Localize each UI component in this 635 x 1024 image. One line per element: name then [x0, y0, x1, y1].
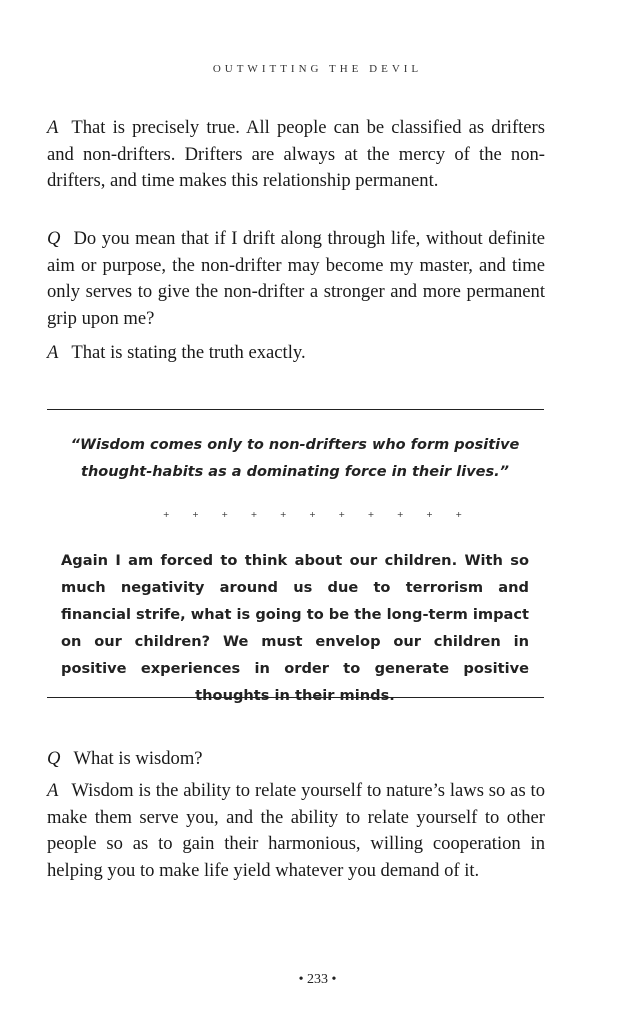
ornament-divider: + + + + + + + + + + +	[162, 510, 473, 519]
question-text: What is wisdom?	[73, 748, 203, 769]
answer-paragraph: A That is precisely true. All people can …	[47, 115, 545, 195]
answer-paragraph: A Wisdom is the ability to relate yoursel…	[47, 778, 545, 884]
question-paragraph: Q What is wisdom?	[47, 746, 545, 773]
answer-paragraph: A That is stating the truth exactly.	[47, 340, 545, 367]
answer-marker: A	[47, 780, 59, 801]
question-text: Do you mean that if I drift along throug…	[47, 228, 545, 329]
running-head: OUTWITTING THE DEVIL	[212, 63, 423, 75]
page-number: • 233 •	[298, 972, 337, 987]
answer-text: That is stating the truth exactly.	[71, 342, 306, 363]
answer-marker: A	[47, 117, 59, 138]
answer-text: That is precisely true. All people can b…	[47, 117, 545, 191]
answer-text: Wisdom is the ability to relate yourself…	[47, 780, 545, 881]
question-marker: Q	[47, 748, 61, 769]
answer-marker: A	[47, 342, 59, 363]
question-paragraph: Q Do you mean that if I drift along throu…	[47, 226, 545, 332]
callout-top-rule	[47, 409, 544, 410]
pull-quote: “Wisdom comes only to non-drifters who f…	[70, 437, 520, 480]
callout-bottom-rule	[47, 697, 544, 698]
question-marker: Q	[47, 228, 61, 249]
commentary-text: Again I am forced to think about our chi…	[61, 552, 529, 704]
